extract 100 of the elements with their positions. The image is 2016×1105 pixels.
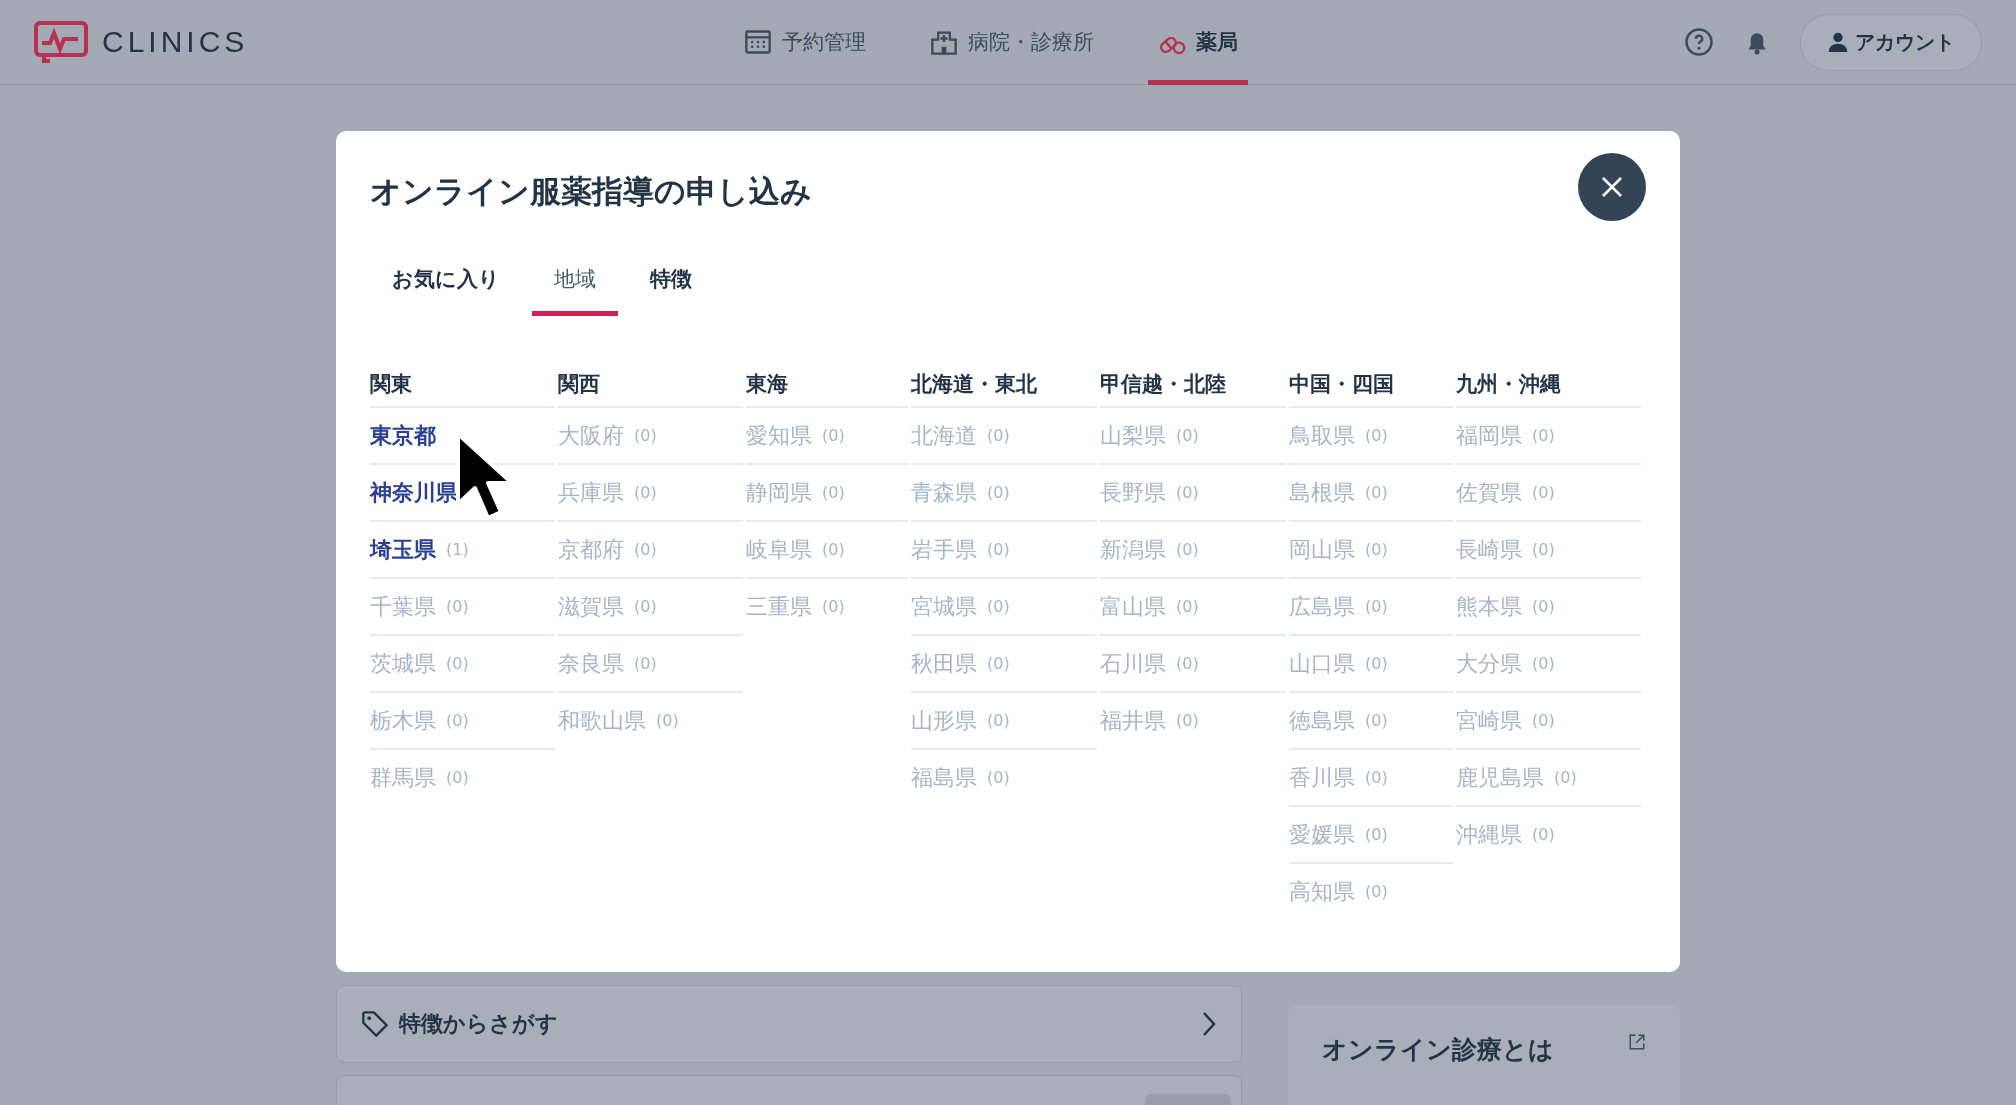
feature-search-card[interactable]: 特徴からさがす bbox=[336, 985, 1242, 1063]
nav-tab[interactable]: 薬局 bbox=[1148, 0, 1248, 85]
pharmacy-count: (0) bbox=[446, 654, 469, 673]
pharmacy-count: (0) bbox=[656, 711, 679, 730]
help-icon[interactable] bbox=[1684, 27, 1714, 57]
pharmacy-count: (0) bbox=[1365, 882, 1388, 901]
prefecture-link[interactable]: 大阪府 bbox=[558, 420, 624, 451]
pharmacy-count: (0) bbox=[634, 654, 657, 673]
prefecture-link[interactable]: 福井県 bbox=[1100, 705, 1166, 736]
logo-text: CLINICS bbox=[102, 25, 249, 59]
prefecture-link[interactable]: 神奈川県 bbox=[370, 477, 458, 508]
prefecture-link[interactable]: 岩手県 bbox=[911, 534, 977, 565]
region-heading: 関東 bbox=[370, 371, 412, 398]
prefecture-link[interactable]: 滋賀県 bbox=[558, 591, 624, 622]
pharmacy-count: (0) bbox=[634, 426, 657, 445]
prefecture-link[interactable]: 福島県 bbox=[911, 762, 977, 793]
pharmacy-count: (0) bbox=[1365, 711, 1388, 730]
prefecture-link[interactable]: 岡山県 bbox=[1289, 534, 1355, 565]
prefecture-link[interactable]: 茨城県 bbox=[370, 648, 436, 679]
pharmacy-count: (0) bbox=[1365, 540, 1388, 559]
pharmacy-count: (0) bbox=[1532, 654, 1555, 673]
modal-title: オンライン服薬指導の申し込み bbox=[370, 172, 812, 211]
pharmacy-count: (0) bbox=[1365, 597, 1388, 616]
region-heading: 甲信越・北陸 bbox=[1100, 371, 1226, 398]
prefecture-link[interactable]: 島根県 bbox=[1289, 477, 1355, 508]
pharmacy-count: (0) bbox=[822, 597, 845, 616]
prefecture-link[interactable]: 熊本県 bbox=[1456, 591, 1522, 622]
prefecture-link[interactable]: 富山県 bbox=[1100, 591, 1166, 622]
prefecture-link[interactable]: 大分県 bbox=[1456, 648, 1522, 679]
pharmacy-count: (0) bbox=[1365, 825, 1388, 844]
prefecture-link[interactable]: 沖縄県 bbox=[1456, 819, 1522, 850]
prefecture-link[interactable]: 佐賀県 bbox=[1456, 477, 1522, 508]
prefecture-link[interactable]: 山形県 bbox=[911, 705, 977, 736]
prefecture-link[interactable]: 静岡県 bbox=[746, 477, 812, 508]
close-icon bbox=[1600, 175, 1624, 199]
pharmacy-count: (0) bbox=[987, 711, 1010, 730]
pharmacy-count: (0) bbox=[1365, 768, 1388, 787]
prefecture-link[interactable]: 石川県 bbox=[1100, 648, 1166, 679]
prefecture-link[interactable]: 愛媛県 bbox=[1289, 819, 1355, 850]
pharmacy-count: (1) bbox=[446, 540, 469, 559]
prefecture-link[interactable]: 東京都 bbox=[370, 420, 436, 451]
pharmacy-count: (0) bbox=[1532, 540, 1555, 559]
pharmacy-count: (0) bbox=[987, 540, 1010, 559]
region-heading: 中国・四国 bbox=[1289, 371, 1394, 398]
prefecture-link[interactable]: 岐阜県 bbox=[746, 534, 812, 565]
prefecture-link[interactable]: 鹿児島県 bbox=[1456, 762, 1544, 793]
prefecture-link[interactable]: 新潟県 bbox=[1100, 534, 1166, 565]
prefecture-link[interactable]: 千葉県 bbox=[370, 591, 436, 622]
account-button[interactable]: アカウント bbox=[1800, 13, 1982, 71]
prefecture-link[interactable]: 高知県 bbox=[1289, 876, 1355, 907]
pharmacy-count: (0) bbox=[1365, 426, 1388, 445]
tab[interactable]: お気に入り bbox=[370, 259, 522, 316]
prefecture-link[interactable]: 山梨県 bbox=[1100, 420, 1166, 451]
pharmacy-count: (0) bbox=[822, 483, 845, 502]
pharmacy-count: (0) bbox=[1532, 597, 1555, 616]
prefecture-link[interactable]: 鳥取県 bbox=[1289, 420, 1355, 451]
pharmacy-count: (0) bbox=[1176, 711, 1199, 730]
prefecture-link[interactable]: 長野県 bbox=[1100, 477, 1166, 508]
prefecture-link[interactable]: 三重県 bbox=[746, 591, 812, 622]
prefecture-link[interactable]: 京都府 bbox=[558, 534, 624, 565]
prefecture-link[interactable]: 宮崎県 bbox=[1456, 705, 1522, 736]
region-heading: 東海 bbox=[746, 371, 788, 398]
prefecture-link[interactable]: 北海道 bbox=[911, 420, 977, 451]
pharmacy-count: (0) bbox=[634, 540, 657, 559]
prefecture-link[interactable]: 埼玉県 bbox=[370, 534, 436, 565]
pharmacy-count: (0) bbox=[446, 597, 469, 616]
region-heading: 北海道・東北 bbox=[911, 371, 1037, 398]
person-icon bbox=[1827, 31, 1849, 53]
about-title: オンライン診療とは bbox=[1322, 1034, 1554, 1066]
nav-tab[interactable]: 病院・診療所 bbox=[920, 0, 1104, 85]
prefecture-link[interactable]: 和歌山県 bbox=[558, 705, 646, 736]
pharmacy-count: (0) bbox=[634, 597, 657, 616]
prefecture-link[interactable]: 広島県 bbox=[1289, 591, 1355, 622]
prefecture-link[interactable]: 兵庫県 bbox=[558, 477, 624, 508]
calendar-icon bbox=[744, 28, 772, 56]
pharmacy-count: (0) bbox=[1176, 597, 1199, 616]
pharmacy-count: (0) bbox=[446, 711, 469, 730]
pharmacy-count: (0) bbox=[822, 540, 845, 559]
tab[interactable]: 地域 bbox=[532, 259, 618, 316]
prefecture-link[interactable]: 徳島県 bbox=[1289, 705, 1355, 736]
prefecture-link[interactable]: 青森県 bbox=[911, 477, 977, 508]
prefecture-link[interactable]: 香川県 bbox=[1289, 762, 1355, 793]
external-link-icon[interactable] bbox=[1628, 1033, 1646, 1051]
prefecture-link[interactable]: 山口県 bbox=[1289, 648, 1355, 679]
pharmacy-count: (0) bbox=[1176, 483, 1199, 502]
prefecture-link[interactable]: 群馬県 bbox=[370, 762, 436, 793]
pharmacy-count: (0) bbox=[1176, 540, 1199, 559]
pharmacy-count: (0) bbox=[987, 654, 1010, 673]
prefecture-link[interactable]: 宮城県 bbox=[911, 591, 977, 622]
pharmacy-count: (0) bbox=[987, 597, 1010, 616]
pharmacy-count: (0) bbox=[446, 768, 469, 787]
prefecture-link[interactable]: 福岡県 bbox=[1456, 420, 1522, 451]
prefecture-link[interactable]: 奈良県 bbox=[558, 648, 624, 679]
prefecture-link[interactable]: 秋田県 bbox=[911, 648, 977, 679]
nav-tab[interactable]: 予約管理 bbox=[734, 0, 876, 85]
prefecture-link[interactable]: 栃木県 bbox=[370, 705, 436, 736]
prefecture-link[interactable]: 長崎県 bbox=[1456, 534, 1522, 565]
prefecture-link[interactable]: 愛知県 bbox=[746, 420, 812, 451]
tab[interactable]: 特徴 bbox=[628, 259, 714, 316]
pharmacy-count: (0) bbox=[987, 768, 1010, 787]
